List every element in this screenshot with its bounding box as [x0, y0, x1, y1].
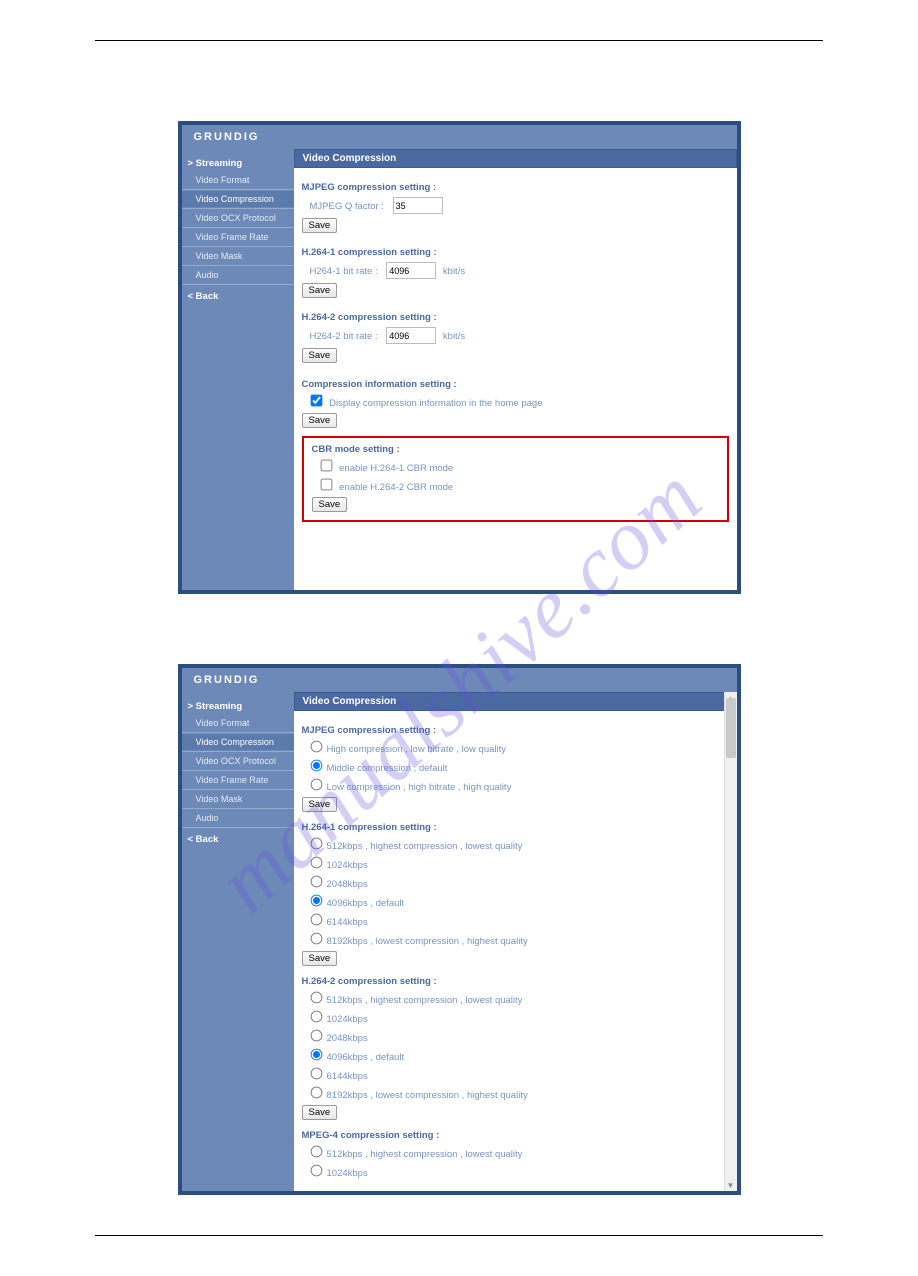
display-info-checkbox[interactable]: [310, 395, 322, 407]
h2-opt-3-radio[interactable]: [310, 1049, 322, 1061]
mjpeg-opt-1-radio[interactable]: [310, 760, 322, 772]
h1-opt-4: 6144kbps: [327, 917, 368, 928]
save-button-h1-2[interactable]: Save: [302, 951, 338, 966]
mjpeg-heading-2: MJPEG compression setting :: [302, 725, 719, 736]
h264-2-unit: kbit/s: [443, 331, 465, 342]
h1-opt-2-radio[interactable]: [310, 876, 322, 888]
mjpeg-opt-1: Middle compression , default: [327, 763, 448, 774]
sidebar-item-video-compression-2[interactable]: Video Compression: [182, 734, 294, 750]
cbr-h264-1-label: enable H.264-1 CBR mode: [339, 463, 453, 474]
scroll-thumb[interactable]: [726, 698, 736, 758]
save-button-h264-2[interactable]: Save: [302, 348, 338, 363]
mjpeg-heading: MJPEG compression setting :: [302, 182, 729, 193]
save-button-cbr[interactable]: Save: [312, 497, 348, 512]
h264-2-heading: H.264-2 compression setting :: [302, 312, 729, 323]
h1-opt-1: 1024kbps: [327, 860, 368, 871]
sidebar-item-video-mask[interactable]: Video Mask: [182, 248, 294, 264]
h264-1-unit: kbit/s: [443, 266, 465, 277]
bottom-rule: [95, 1235, 823, 1236]
sidebar-item-video-compression[interactable]: Video Compression: [182, 191, 294, 207]
h264-2-bitrate-input[interactable]: [386, 327, 436, 344]
mp4-opt-1-radio[interactable]: [310, 1165, 322, 1177]
h2-opt-0-radio[interactable]: [310, 992, 322, 1004]
h264-1-heading-2: H.264-1 compression setting :: [302, 822, 719, 833]
mp4-opt-1: 1024kbps: [327, 1168, 368, 1179]
save-button-h264-1[interactable]: Save: [302, 283, 338, 298]
mjpeg-q-label: MJPEG Q factor :: [310, 201, 384, 212]
cbr-h264-2-label: enable H.264-2 CBR mode: [339, 482, 453, 493]
scrollbar[interactable]: ▲ ▼: [724, 692, 737, 1191]
save-button-mjpeg-2[interactable]: Save: [302, 797, 338, 812]
sidebar-item-video-ocx-protocol[interactable]: Video OCX Protocol: [182, 210, 294, 226]
panel-title-2: Video Compression: [294, 692, 737, 711]
cbr-h264-2-checkbox[interactable]: [320, 479, 332, 491]
screenshot-1: GRUNDIG > Streaming Video Format Video C…: [178, 121, 741, 594]
h1-opt-0: 512kbps , highest compression , lowest q…: [327, 841, 523, 852]
h1-opt-0-radio[interactable]: [310, 838, 322, 850]
mp4-opt-0: 512kbps , highest compression , lowest q…: [327, 1149, 523, 1160]
save-button-mjpeg[interactable]: Save: [302, 218, 338, 233]
brand-bar: GRUNDIG: [182, 125, 737, 149]
scroll-down-icon[interactable]: ▼: [725, 1179, 737, 1191]
h2-opt-2-radio[interactable]: [310, 1030, 322, 1042]
h1-opt-5: 8192kbps , lowest compression , highest …: [327, 936, 528, 947]
sidebar-item-video-format[interactable]: Video Format: [182, 172, 294, 188]
sidebar-back-2[interactable]: < Back: [182, 829, 294, 848]
sidebar: > Streaming Video Format Video Compressi…: [182, 149, 294, 590]
compression-info-heading: Compression information setting :: [302, 379, 729, 390]
brand-bar-2: GRUNDIG: [182, 668, 737, 692]
h2-opt-4-radio[interactable]: [310, 1068, 322, 1080]
h2-opt-0: 512kbps , highest compression , lowest q…: [327, 995, 523, 1006]
cbr-heading: CBR mode setting :: [312, 444, 719, 455]
panel-title: Video Compression: [294, 149, 737, 168]
top-rule: [95, 40, 823, 41]
h2-opt-4: 6144kbps: [327, 1071, 368, 1082]
h1-opt-1-radio[interactable]: [310, 857, 322, 869]
h1-opt-2: 2048kbps: [327, 879, 368, 890]
h264-2-bitrate-label: H264-2 bit rate :: [310, 331, 378, 342]
mjpeg-opt-0: High compression , low bitrate , low qua…: [327, 744, 507, 755]
sidebar-item-video-format-2[interactable]: Video Format: [182, 715, 294, 731]
mjpeg-opt-0-radio[interactable]: [310, 741, 322, 753]
sidebar-2: > Streaming Video Format Video Compressi…: [182, 692, 294, 1191]
sidebar-back[interactable]: < Back: [182, 286, 294, 305]
sidebar-item-video-frame-rate-2[interactable]: Video Frame Rate: [182, 772, 294, 788]
sidebar-item-video-mask-2[interactable]: Video Mask: [182, 791, 294, 807]
mjpeg-opt-2-radio[interactable]: [310, 779, 322, 791]
sidebar-item-video-frame-rate[interactable]: Video Frame Rate: [182, 229, 294, 245]
h2-opt-1-radio[interactable]: [310, 1011, 322, 1023]
h264-1-bitrate-input[interactable]: [386, 262, 436, 279]
h1-opt-3-radio[interactable]: [310, 895, 322, 907]
sidebar-item-video-ocx-protocol-2[interactable]: Video OCX Protocol: [182, 753, 294, 769]
mjpeg-opt-2: Low compression , high bitrate , high qu…: [327, 782, 512, 793]
h2-opt-2: 2048kbps: [327, 1033, 368, 1044]
sidebar-item-audio[interactable]: Audio: [182, 267, 294, 283]
display-info-label: Display compression information in the h…: [329, 398, 542, 409]
mpeg4-heading: MPEG-4 compression setting :: [302, 1130, 719, 1141]
mp4-opt-0-radio[interactable]: [310, 1146, 322, 1158]
h2-opt-5-radio[interactable]: [310, 1087, 322, 1099]
h1-opt-5-radio[interactable]: [310, 933, 322, 945]
h2-opt-1: 1024kbps: [327, 1014, 368, 1025]
h264-1-heading: H.264-1 compression setting :: [302, 247, 729, 258]
h1-opt-4-radio[interactable]: [310, 914, 322, 926]
sidebar-item-audio-2[interactable]: Audio: [182, 810, 294, 826]
sidebar-title-2: > Streaming: [182, 696, 294, 715]
mjpeg-q-input[interactable]: [393, 197, 443, 214]
save-button-info[interactable]: Save: [302, 413, 338, 428]
content-area-2: Video Compression MJPEG compression sett…: [294, 692, 737, 1191]
sidebar-title: > Streaming: [182, 153, 294, 172]
screenshot-2: GRUNDIG > Streaming Video Format Video C…: [178, 664, 741, 1195]
content-area: Video Compression MJPEG compression sett…: [294, 149, 737, 590]
cbr-h264-1-checkbox[interactable]: [320, 460, 332, 472]
h1-opt-3: 4096kbps , default: [327, 898, 405, 909]
cbr-highlight-box: CBR mode setting : enable H.264-1 CBR mo…: [302, 436, 729, 522]
save-button-h2-2[interactable]: Save: [302, 1105, 338, 1120]
h264-2-heading-2: H.264-2 compression setting :: [302, 976, 719, 987]
h264-1-bitrate-label: H264-1 bit rate :: [310, 266, 378, 277]
h2-opt-3: 4096kbps , default: [327, 1052, 405, 1063]
h2-opt-5: 8192kbps , lowest compression , highest …: [327, 1090, 528, 1101]
